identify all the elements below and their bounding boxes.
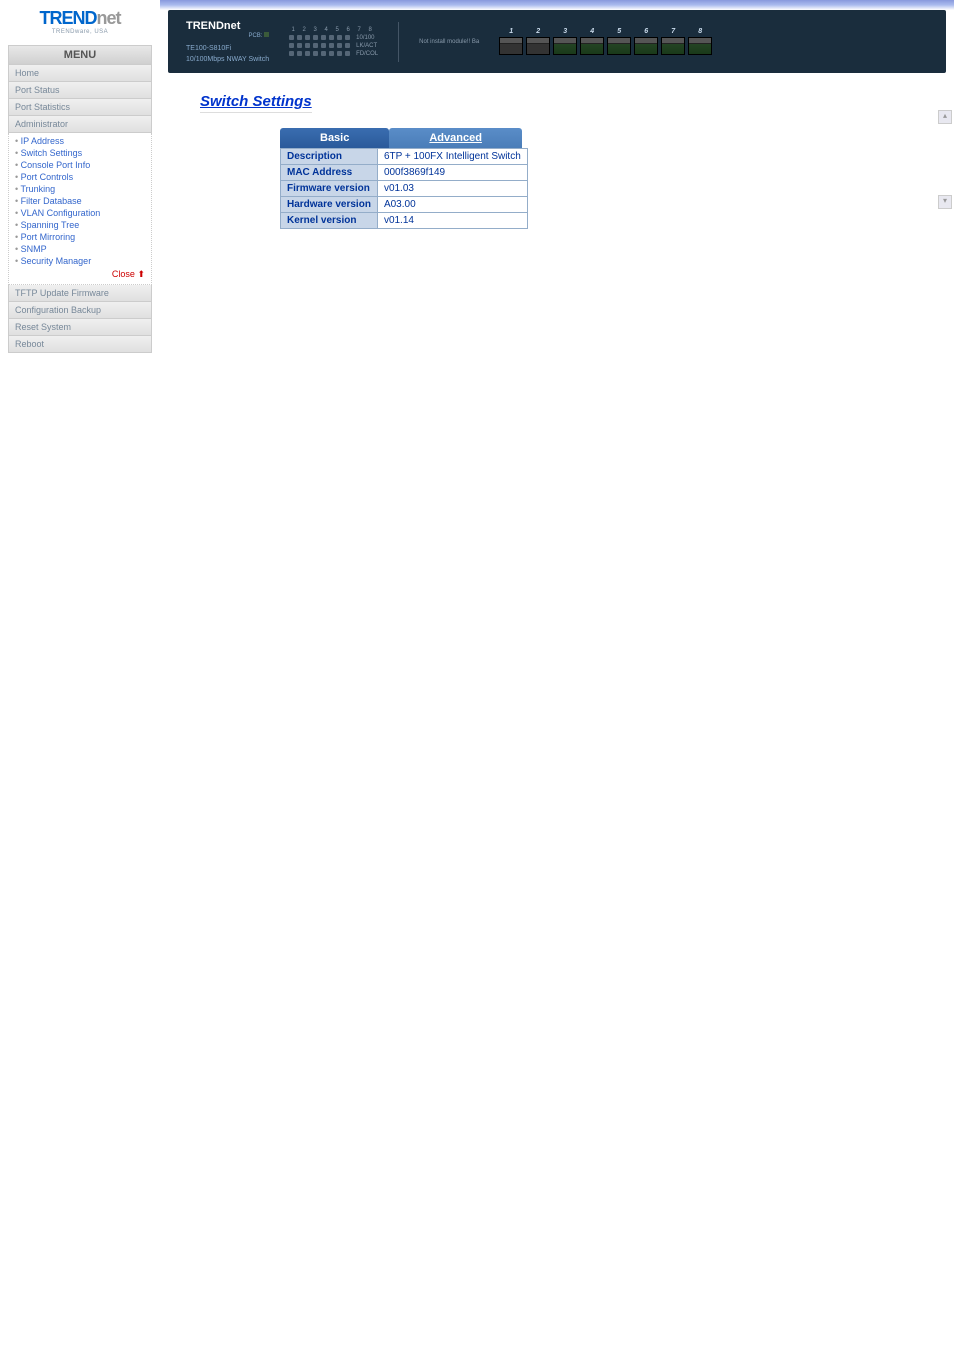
logo-part2: net xyxy=(97,8,121,28)
table-row: Hardware version A03.00 xyxy=(281,197,528,213)
submenu-console-port[interactable]: Console Port Info xyxy=(9,159,151,171)
port-3[interactable] xyxy=(553,37,577,55)
scroll-down-icon[interactable]: ▾ xyxy=(938,195,952,209)
close-arrow-icon: ⬆ xyxy=(137,269,145,279)
submenu-filter-database[interactable]: Filter Database xyxy=(9,195,151,207)
ports-section: 12345678 xyxy=(499,28,712,55)
submenu-vlan-config[interactable]: VLAN Configuration xyxy=(9,207,151,219)
port-6[interactable] xyxy=(634,37,658,55)
submenu-port-controls[interactable]: Port Controls xyxy=(9,171,151,183)
top-gradient xyxy=(160,0,954,10)
port-8[interactable] xyxy=(688,37,712,55)
menu-reboot[interactable]: Reboot xyxy=(8,336,152,353)
divider xyxy=(398,22,399,62)
scroll-up-icon[interactable]: ▴ xyxy=(938,110,952,124)
led-label-speed: 10/100 xyxy=(356,35,374,41)
menu-home[interactable]: Home xyxy=(8,65,152,82)
submenu-trunking[interactable]: Trunking xyxy=(9,183,151,195)
value-hardware: A03.00 xyxy=(377,197,527,213)
tabs: Basic Advanced xyxy=(280,128,914,148)
led-label-link: LK/ACT xyxy=(356,43,377,49)
value-mac: 000f3869f149 xyxy=(377,165,527,181)
port-2[interactable] xyxy=(526,37,550,55)
table-row: Description 6TP + 100FX Intelligent Swit… xyxy=(281,149,528,165)
port-4[interactable] xyxy=(580,37,604,55)
logo-tagline: TRENDware, USA xyxy=(52,29,108,35)
menu-administrator[interactable]: Administrator xyxy=(8,116,152,133)
port-7[interactable] xyxy=(661,37,685,55)
table-row: Firmware version v01.03 xyxy=(281,181,528,197)
submenu-ip-address[interactable]: IP Address xyxy=(9,135,151,147)
label-hardware: Hardware version xyxy=(281,197,378,213)
submenu-security-manager[interactable]: Security Manager xyxy=(9,255,151,267)
device-model2: 10/100Mbps NWAY Switch xyxy=(186,56,269,63)
led-grid: 12345678 10/100 LK/ACT FD/COL xyxy=(289,27,378,57)
admin-submenu: IP Address Switch Settings Console Port … xyxy=(8,133,152,285)
device-model1: TE100-S810Fi xyxy=(186,45,269,52)
value-kernel: v01.14 xyxy=(377,213,527,229)
menu-config-backup[interactable]: Configuration Backup xyxy=(8,302,152,319)
port-1[interactable] xyxy=(499,37,523,55)
device-pcb: PCB: xyxy=(186,32,269,39)
label-description: Description xyxy=(281,149,378,165)
menu-port-status[interactable]: Port Status xyxy=(8,82,152,99)
submenu-close[interactable]: Close ⬆ xyxy=(9,267,151,282)
label-mac: MAC Address xyxy=(281,165,378,181)
device-brand-block: TRENDnet PCB: TE100-S810Fi 10/100Mbps NW… xyxy=(186,20,269,63)
brand-logo: TRENDnet TRENDware, USA xyxy=(8,8,152,35)
value-description: 6TP + 100FX Intelligent Switch xyxy=(377,149,527,165)
menu-tftp[interactable]: TFTP Update Firmware xyxy=(8,285,152,302)
label-firmware: Firmware version xyxy=(281,181,378,197)
submenu-snmp[interactable]: SNMP xyxy=(9,243,151,255)
page-title: Switch Settings xyxy=(200,93,312,113)
submenu-port-mirroring[interactable]: Port Mirroring xyxy=(9,231,151,243)
submenu-spanning-tree[interactable]: Spanning Tree xyxy=(9,219,151,231)
value-firmware: v01.03 xyxy=(377,181,527,197)
table-row: Kernel version v01.14 xyxy=(281,213,528,229)
submenu-switch-settings[interactable]: Switch Settings xyxy=(9,147,151,159)
port-5[interactable] xyxy=(607,37,631,55)
device-panel: TRENDnet PCB: TE100-S810Fi 10/100Mbps NW… xyxy=(168,10,946,73)
led-label-fdcol: FD/COL xyxy=(356,51,378,57)
tab-advanced[interactable]: Advanced xyxy=(389,128,522,148)
menu-port-statistics[interactable]: Port Statistics xyxy=(8,99,152,116)
hw-module-text: Not install module!! Ba xyxy=(419,39,479,45)
logo-part1: TREND xyxy=(40,8,97,28)
label-kernel: Kernel version xyxy=(281,213,378,229)
tab-basic[interactable]: Basic xyxy=(280,128,389,148)
menu-header: MENU xyxy=(8,45,152,65)
menu-reset-system[interactable]: Reset System xyxy=(8,319,152,336)
table-row: MAC Address 000f3869f149 xyxy=(281,165,528,181)
settings-table: Description 6TP + 100FX Intelligent Swit… xyxy=(280,148,528,229)
device-logo: TRENDnet xyxy=(186,20,269,32)
